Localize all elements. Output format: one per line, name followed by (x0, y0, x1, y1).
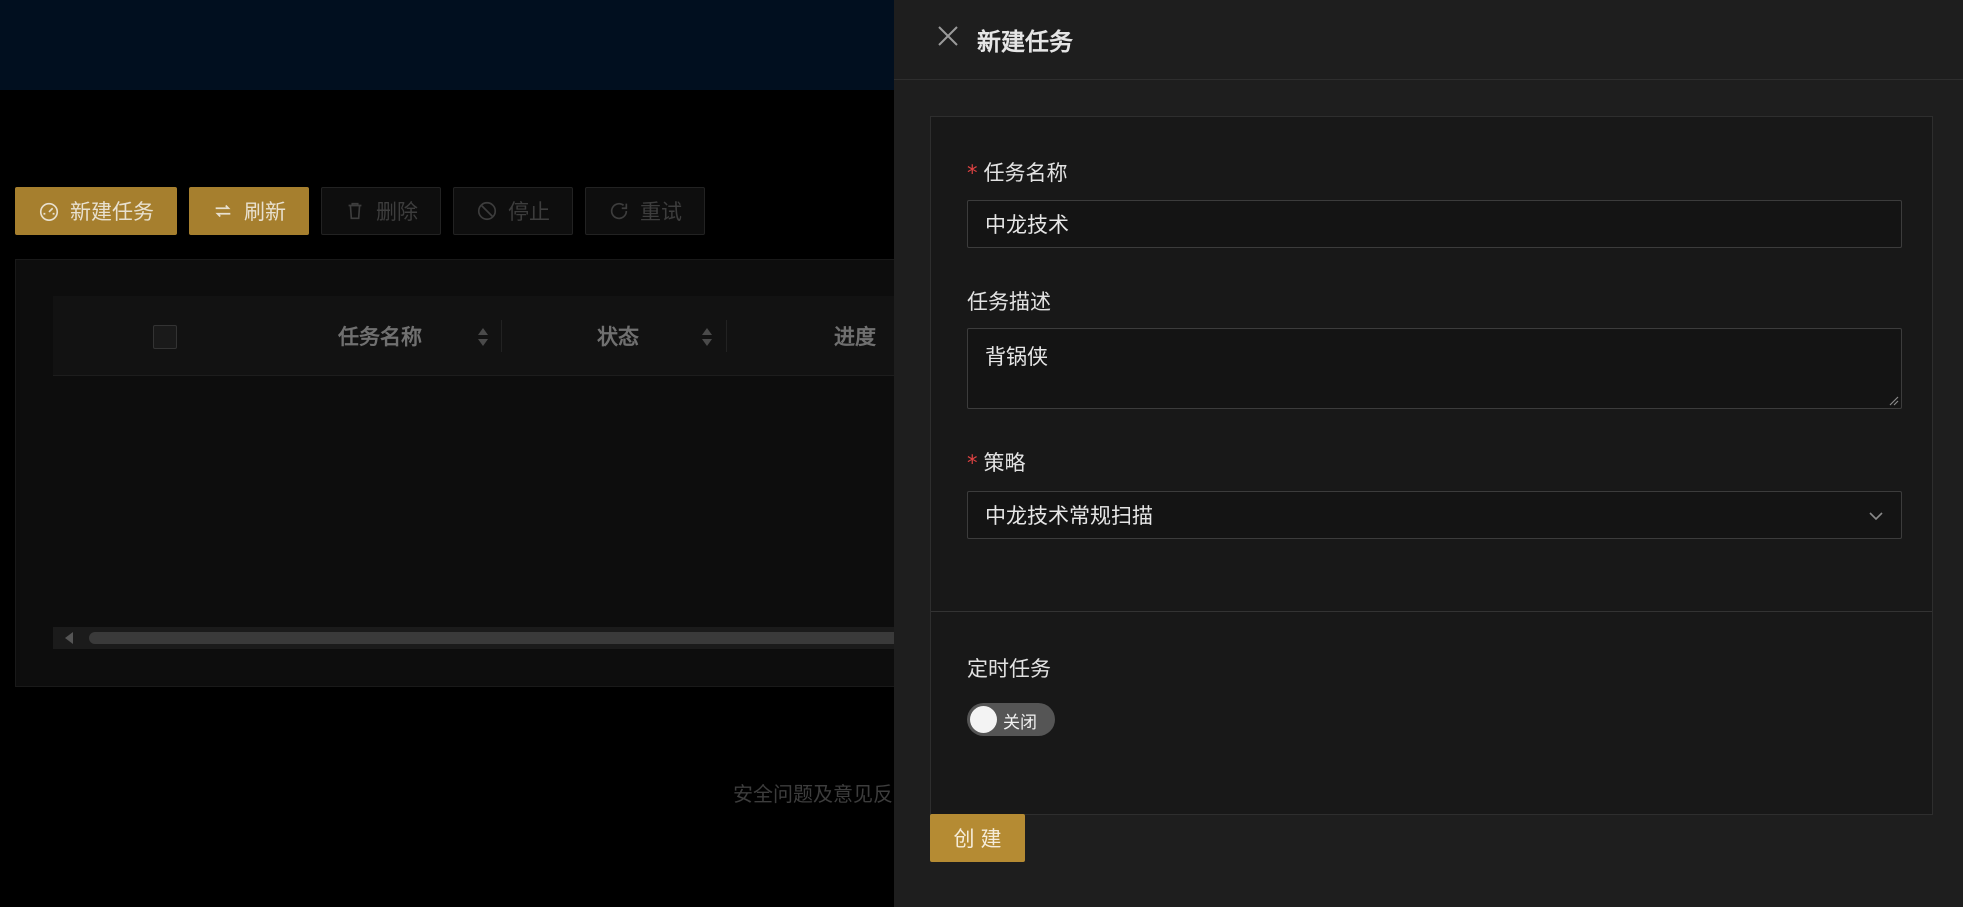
task-name-label-text: 任务名称 (983, 161, 1068, 185)
task-name-input[interactable]: 中龙技术 (967, 200, 1902, 248)
refresh-label: 刷新 (244, 200, 286, 224)
task-desc-textarea[interactable]: 背锅侠 (967, 328, 1902, 409)
stop-label: 停止 (508, 200, 550, 224)
column-status-label: 状态 (597, 325, 639, 349)
column-progress[interactable]: 进度 (834, 296, 876, 376)
chevron-down-icon (1869, 512, 1883, 521)
new-task-button[interactable]: 新建任务 (15, 187, 177, 235)
delete-button[interactable]: 删除 (321, 187, 441, 235)
stop-button[interactable]: 停止 (453, 187, 573, 235)
sort-icon[interactable] (701, 326, 713, 348)
dashboard-icon (39, 202, 59, 221)
toggle-state-label: 关闭 (1003, 713, 1037, 733)
task-form: * 任务名称 中龙技术 任务描述 背锅侠 * 策略 中龙技术常规扫描 定时任务 关闭 (930, 116, 1933, 815)
column-task-name-label: 任务名称 (338, 325, 422, 349)
toggle-knob (970, 706, 997, 733)
column-divider (501, 320, 502, 352)
drawer-title: 新建任务 (977, 28, 1073, 56)
resize-handle-icon[interactable] (1887, 394, 1899, 406)
delete-label: 删除 (376, 200, 418, 224)
retry-label: 重试 (640, 200, 682, 224)
retry-icon (610, 202, 628, 220)
scroll-left-icon[interactable] (65, 632, 73, 644)
task-name-label: * 任务名称 (967, 157, 1068, 187)
form-divider (931, 611, 1932, 612)
drawer-header: 新建任务 (894, 0, 1963, 80)
strategy-label-text: 策略 (983, 451, 1026, 475)
new-task-label: 新建任务 (70, 200, 154, 224)
trash-icon (348, 202, 362, 220)
strategy-select[interactable]: 中龙技术常规扫描 (967, 491, 1902, 539)
column-progress-label: 进度 (834, 325, 876, 349)
footer-feedback-text[interactable]: 安全问题及意见反 (733, 778, 893, 807)
schedule-toggle[interactable]: 关闭 (967, 703, 1055, 736)
task-desc-value: 背锅侠 (985, 345, 1048, 369)
required-mark: * (967, 161, 978, 185)
retry-button[interactable]: 重试 (585, 187, 705, 235)
strategy-label: * 策略 (967, 447, 1026, 477)
sort-icon[interactable] (477, 326, 489, 348)
schedule-label: 定时任务 (967, 657, 1051, 681)
task-toolbar: 新建任务 刷新 删除 停止 重试 (15, 187, 705, 235)
select-all-checkbox[interactable] (153, 325, 177, 349)
column-status[interactable]: 状态 (597, 296, 639, 376)
task-desc-label: 任务描述 (967, 290, 1051, 314)
refresh-button[interactable]: 刷新 (189, 187, 309, 235)
column-divider (726, 320, 727, 352)
task-name-value: 中龙技术 (985, 213, 1069, 237)
column-task-name[interactable]: 任务名称 (338, 296, 422, 376)
required-mark: * (967, 451, 978, 475)
create-button[interactable]: 创建 (930, 814, 1025, 862)
close-icon[interactable] (936, 24, 960, 48)
strategy-value: 中龙技术常规扫描 (985, 504, 1153, 528)
ban-icon (477, 201, 497, 221)
new-task-drawer: 新建任务 * 任务名称 中龙技术 任务描述 背锅侠 * 策略 中龙技术常规扫描 定时… (894, 0, 1963, 907)
refresh-icon (215, 204, 231, 218)
